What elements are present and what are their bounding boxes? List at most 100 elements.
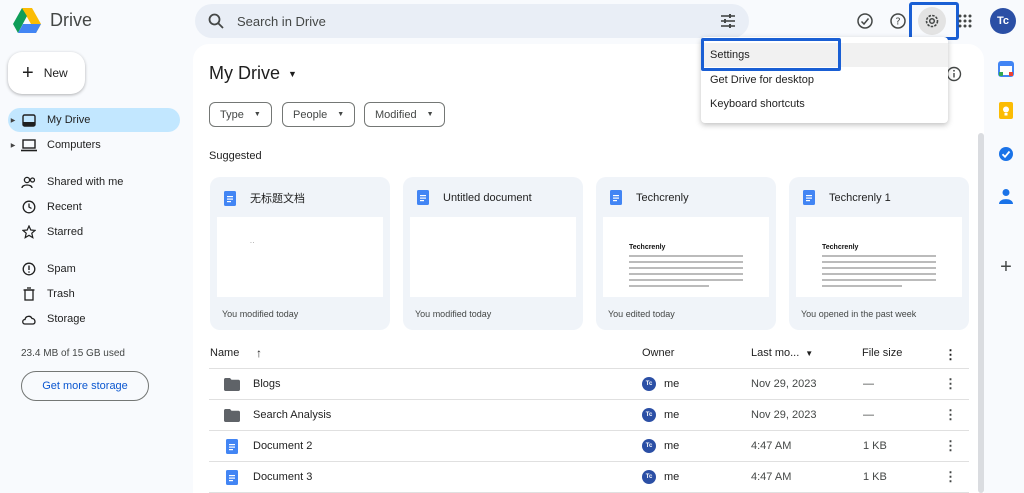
file-size: 1 KB — [863, 440, 887, 452]
sidebar-item-label: My Drive — [47, 114, 91, 126]
ready-for-offline-button[interactable] — [851, 7, 879, 35]
new-button-label: New — [43, 66, 68, 80]
preview-text-line — [629, 267, 743, 269]
folder-icon — [224, 377, 240, 391]
svg-text:?: ? — [895, 17, 900, 28]
expand-caret-icon[interactable]: ▶ — [8, 117, 18, 124]
search-input[interactable] — [237, 13, 719, 29]
sort-arrow-up-icon[interactable]: ↑ — [256, 346, 262, 360]
table-row[interactable]: Document 2 Tc me 4:47 AM 1 KB ⋮ — [209, 430, 969, 461]
column-header-owner[interactable]: Owner — [642, 347, 674, 359]
sidebar-item-shared[interactable]: Shared with me — [8, 170, 180, 194]
preview-text-line — [629, 273, 743, 275]
card-title: Untitled document — [443, 191, 532, 204]
owner-name: me — [664, 409, 680, 421]
chevron-down-icon: ▼ — [426, 111, 434, 118]
sidebar-item-label: Computers — [47, 139, 101, 151]
add-addon-plus-icon[interactable]: + — [997, 257, 1015, 277]
tasks-icon[interactable] — [997, 145, 1015, 163]
contacts-icon[interactable] — [997, 187, 1015, 205]
support-button[interactable]: ? — [884, 7, 912, 35]
card-preview: Techcrenly — [603, 217, 769, 297]
table-row[interactable]: Blogs Tc me Nov 29, 2023 — ⋮ — [209, 368, 969, 399]
cloud-icon — [20, 311, 38, 327]
suggested-card[interactable]: 无标题文档 ˙˙ You modified today — [210, 177, 390, 330]
column-header-last-modified[interactable]: Last mo... ▼ — [751, 347, 813, 359]
google-doc-icon — [417, 190, 429, 205]
menu-item-get-drive-for-desktop[interactable]: Get Drive for desktop — [701, 68, 948, 92]
column-header-label: Owner — [642, 347, 675, 359]
drive-logo-icon — [13, 8, 41, 33]
new-button[interactable]: + New — [8, 52, 85, 94]
chevron-down-icon: ▼ — [337, 111, 345, 118]
more-options-icon[interactable]: ⋮ — [944, 347, 957, 363]
sidebar-item-my-drive[interactable]: ▶ My Drive — [8, 108, 180, 132]
trash-icon — [20, 286, 38, 302]
get-more-storage-button[interactable]: Get more storage — [21, 371, 149, 401]
suggested-card[interactable]: Untitled document You modified today — [403, 177, 583, 330]
search-bar[interactable] — [195, 4, 749, 38]
sidebar-item-label: Spam — [47, 263, 76, 275]
sidebar-item-trash[interactable]: Trash — [8, 282, 180, 306]
preview-text-line — [629, 261, 743, 263]
card-title: 无标题文档 — [250, 193, 305, 205]
storage-usage-text: 23.4 MB of 15 GB used — [21, 348, 125, 359]
suggested-card[interactable]: Techcrenly 1 Techcrenly You opened in th… — [789, 177, 969, 330]
settings-item-highlight-box — [701, 38, 841, 71]
filter-modified-chip[interactable]: Modified ▼ — [364, 102, 445, 127]
sidebar-item-spam[interactable]: Spam — [8, 257, 180, 281]
filter-people-chip[interactable]: People ▼ — [282, 102, 356, 127]
page-title-menu[interactable]: My Drive ▼ — [209, 63, 297, 84]
offline-check-icon — [857, 13, 873, 29]
owner-cell: Tc me — [642, 377, 679, 391]
owner-avatar: Tc — [642, 408, 656, 422]
app-name: Drive — [50, 10, 93, 30]
drive-logo[interactable]: Drive — [13, 8, 92, 33]
sidebar-item-starred[interactable]: Starred — [8, 220, 180, 244]
sort-down-icon: ▼ — [805, 348, 814, 358]
column-header-label: Last mo... — [751, 347, 800, 359]
table-row[interactable]: Search Analysis Tc me Nov 29, 2023 — ⋮ — [209, 399, 969, 430]
more-options-icon[interactable]: ⋮ — [944, 376, 957, 392]
account-avatar[interactable]: Tc — [990, 8, 1016, 34]
preview-text-line — [822, 267, 936, 269]
menu-item-keyboard-shortcuts[interactable]: Keyboard shortcuts — [701, 92, 948, 116]
more-options-icon[interactable]: ⋮ — [944, 469, 957, 485]
file-name: Document 3 — [253, 471, 313, 483]
calendar-icon[interactable] — [997, 60, 1015, 78]
table-row[interactable]: Document 3 Tc me 4:47 AM 1 KB ⋮ — [209, 461, 969, 492]
sidebar-item-label: Trash — [47, 288, 75, 300]
more-options-icon[interactable]: ⋮ — [944, 407, 957, 423]
card-title: Techcrenly 1 — [829, 191, 891, 204]
file-name: Search Analysis — [253, 409, 332, 421]
preview-dots: ˙˙ — [250, 241, 256, 250]
column-header-label: File size — [862, 347, 903, 359]
chip-label: Modified — [375, 108, 417, 121]
more-options-icon[interactable]: ⋮ — [944, 438, 957, 454]
expand-caret-icon[interactable]: ▶ — [8, 142, 18, 149]
chip-label: People — [293, 108, 328, 121]
card-footer: You opened in the past week — [801, 309, 917, 319]
file-size: 1 KB — [863, 471, 887, 483]
column-header-name[interactable]: Name — [210, 347, 239, 359]
sidebar-item-recent[interactable]: Recent — [8, 195, 180, 219]
info-icon[interactable] — [946, 66, 962, 82]
suggested-card[interactable]: Techcrenly Techcrenly You edited today — [596, 177, 776, 330]
search-icon[interactable] — [207, 12, 225, 30]
sidebar-item-computers[interactable]: ▶ Computers — [8, 133, 180, 157]
card-title: Techcrenly — [636, 191, 689, 204]
preview-text-line — [629, 279, 743, 281]
filter-type-chip[interactable]: Type ▼ — [209, 102, 272, 127]
column-header-file-size[interactable]: File size — [862, 347, 902, 359]
chevron-down-icon: ▼ — [253, 111, 261, 118]
sidebar-item-storage[interactable]: Storage — [8, 307, 180, 331]
google-doc-icon — [803, 190, 815, 205]
keep-icon[interactable] — [997, 101, 1015, 119]
google-apps-button[interactable] — [951, 7, 979, 35]
scrollbar[interactable] — [978, 133, 984, 493]
google-doc-icon — [610, 190, 622, 205]
owner-cell: Tc me — [642, 408, 679, 422]
last-modified: Nov 29, 2023 — [751, 378, 817, 390]
search-options-icon[interactable] — [719, 12, 737, 30]
plus-icon: + — [22, 62, 34, 84]
